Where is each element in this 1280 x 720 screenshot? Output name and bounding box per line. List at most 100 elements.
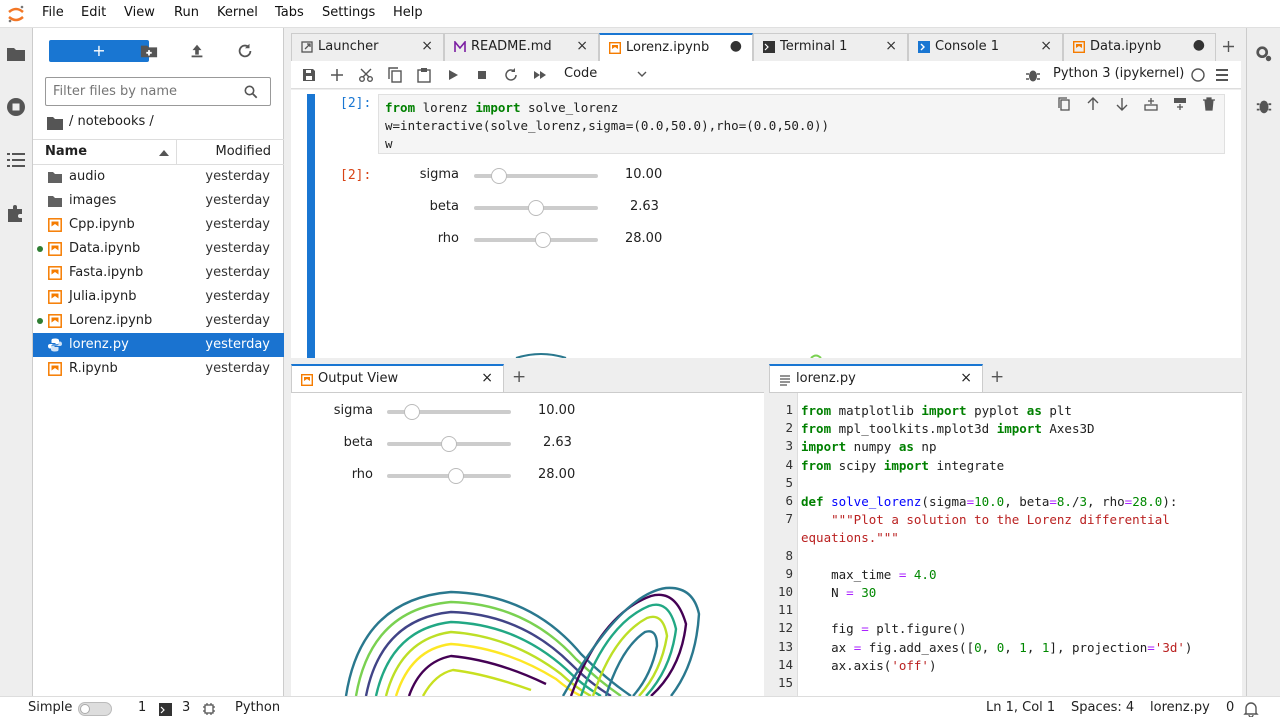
move-down-icon[interactable] bbox=[1115, 97, 1129, 111]
tab-readme[interactable]: README.md × bbox=[444, 33, 599, 61]
tab-close-button[interactable]: × bbox=[885, 38, 897, 54]
folder-icon[interactable] bbox=[6, 44, 26, 64]
cut-icon[interactable] bbox=[358, 67, 374, 83]
menu-hamburger-icon[interactable] bbox=[1215, 68, 1229, 82]
property-inspector-icon[interactable] bbox=[1255, 45, 1273, 63]
file-row[interactable]: Data.ipynbyesterday bbox=[33, 237, 284, 261]
menu-help[interactable]: Help bbox=[393, 5, 423, 20]
chevron-down-icon[interactable] bbox=[637, 71, 647, 78]
tab-output-view[interactable]: Output View × bbox=[291, 364, 504, 392]
file-row[interactable]: R.ipynbyesterday bbox=[33, 357, 284, 381]
kernel-count[interactable]: 1 bbox=[138, 700, 146, 715]
upload-icon[interactable] bbox=[188, 42, 206, 60]
extensions-icon[interactable] bbox=[6, 203, 26, 223]
notification-count[interactable]: 0 bbox=[1226, 700, 1234, 715]
new-folder-icon[interactable] bbox=[140, 42, 158, 60]
menu-tabs[interactable]: Tabs bbox=[275, 5, 304, 20]
file-row[interactable]: Fasta.ipynbyesterday bbox=[33, 261, 284, 285]
code-line: from mpl_toolkits.mplot3d import Axes3D bbox=[801, 420, 1095, 438]
file-row[interactable]: lorenz.pyyesterday bbox=[33, 333, 284, 357]
slider-handle[interactable] bbox=[441, 436, 457, 452]
slider-sigma[interactable]: sigma 10.00 bbox=[291, 398, 591, 430]
tab-lorenz-notebook[interactable]: Lorenz.ipynb ● bbox=[599, 33, 753, 61]
column-modified-header[interactable]: Modified bbox=[216, 144, 271, 159]
column-name-header[interactable]: Name bbox=[45, 144, 87, 159]
tab-lorenz-py[interactable]: lorenz.py × bbox=[769, 364, 983, 392]
slider-beta[interactable]: beta 2.63 bbox=[391, 194, 691, 226]
language-indicator[interactable]: Python bbox=[235, 700, 280, 715]
menu-file[interactable]: File bbox=[42, 5, 64, 20]
simple-mode-toggle[interactable] bbox=[78, 702, 112, 716]
slider-handle[interactable] bbox=[528, 200, 544, 216]
duplicate-cell-icon[interactable] bbox=[1057, 97, 1071, 111]
tab-launcher[interactable]: Launcher × bbox=[291, 33, 444, 61]
slider-sigma[interactable]: sigma 10.00 bbox=[391, 162, 691, 194]
tab-close-button[interactable]: × bbox=[576, 38, 588, 54]
slider-rho[interactable]: rho 28.00 bbox=[291, 462, 591, 494]
home-folder-icon[interactable] bbox=[47, 116, 63, 130]
stop-icon[interactable] bbox=[474, 67, 490, 83]
file-row[interactable]: imagesyesterday bbox=[33, 189, 284, 213]
file-row[interactable]: Cpp.ipynbyesterday bbox=[33, 213, 284, 237]
paste-icon[interactable] bbox=[416, 67, 432, 83]
python-file-icon bbox=[48, 338, 62, 352]
terminal-count[interactable]: 3 bbox=[182, 700, 190, 715]
menu-edit[interactable]: Edit bbox=[81, 5, 106, 20]
slider-rho[interactable]: rho 28.00 bbox=[391, 226, 691, 258]
indentation-setting[interactable]: Spaces: 4 bbox=[1071, 700, 1134, 715]
save-icon[interactable] bbox=[301, 67, 317, 83]
breadcrumb-path[interactable]: / notebooks / bbox=[69, 114, 154, 129]
table-of-contents-icon[interactable] bbox=[6, 150, 26, 170]
tab-close-button[interactable]: × bbox=[1040, 38, 1052, 54]
menu-view[interactable]: View bbox=[124, 5, 155, 20]
file-filter-field[interactable] bbox=[45, 77, 271, 106]
insert-below-icon[interactable] bbox=[1173, 97, 1187, 111]
code-line: def solve_lorenz(sigma=10.0, beta=8./3, … bbox=[801, 493, 1177, 511]
bell-icon[interactable] bbox=[1243, 701, 1259, 717]
fast-forward-icon[interactable] bbox=[532, 67, 548, 83]
slider-handle[interactable] bbox=[448, 468, 464, 484]
add-tab-button[interactable]: + bbox=[512, 367, 526, 387]
slider-handle[interactable] bbox=[535, 232, 551, 248]
tab-close-button[interactable]: × bbox=[960, 370, 972, 386]
kernel-status-icon bbox=[1191, 68, 1205, 82]
slider-label: sigma bbox=[291, 403, 373, 418]
code-editor[interactable]: 1from matplotlib import pyplot as plt2fr… bbox=[769, 402, 1242, 696]
run-icon[interactable] bbox=[445, 67, 461, 83]
slider-beta[interactable]: beta 2.63 bbox=[291, 430, 591, 462]
debugger-icon[interactable] bbox=[1255, 97, 1273, 115]
code-line-3: w bbox=[385, 135, 393, 153]
unsaved-dot-icon[interactable]: ● bbox=[730, 38, 742, 54]
cursor-position[interactable]: Ln 1, Col 1 bbox=[986, 700, 1055, 715]
new-launcher-button[interactable]: + bbox=[49, 40, 149, 62]
copy-icon[interactable] bbox=[387, 67, 403, 83]
add-tab-button[interactable]: + bbox=[990, 367, 1004, 387]
new-tab-plus-icon[interactable] bbox=[1222, 40, 1235, 53]
file-row[interactable]: Julia.ipynbyesterday bbox=[33, 285, 284, 309]
tab-console[interactable]: Console 1 × bbox=[908, 33, 1063, 61]
move-up-icon[interactable] bbox=[1086, 97, 1100, 111]
slider-handle[interactable] bbox=[404, 404, 420, 420]
menu-kernel[interactable]: Kernel bbox=[217, 5, 258, 20]
delete-cell-icon[interactable] bbox=[1202, 97, 1216, 111]
debugger-bug-icon[interactable] bbox=[1025, 67, 1041, 83]
insert-above-icon[interactable] bbox=[1144, 97, 1158, 111]
tab-terminal[interactable]: Terminal 1 × bbox=[753, 33, 908, 61]
tab-data-notebook[interactable]: Data.ipynb ● bbox=[1063, 33, 1216, 61]
slider-handle[interactable] bbox=[491, 168, 507, 184]
file-filter-input[interactable] bbox=[46, 78, 236, 105]
column-divider[interactable] bbox=[176, 140, 177, 164]
menu-run[interactable]: Run bbox=[174, 5, 199, 20]
tab-close-button[interactable]: × bbox=[421, 38, 433, 54]
tab-close-button[interactable]: × bbox=[481, 370, 493, 386]
file-row[interactable]: Lorenz.ipynbyesterday bbox=[33, 309, 284, 333]
running-kernels-icon[interactable] bbox=[6, 97, 26, 117]
menu-settings[interactable]: Settings bbox=[322, 5, 375, 20]
unsaved-dot-icon[interactable]: ● bbox=[1193, 37, 1205, 53]
cell-type-select[interactable]: Code bbox=[564, 66, 597, 81]
kernel-name[interactable]: Python 3 (ipykernel) bbox=[1053, 66, 1184, 81]
refresh-icon[interactable] bbox=[236, 42, 254, 60]
file-row[interactable]: audioyesterday bbox=[33, 165, 284, 189]
insert-cell-icon[interactable] bbox=[329, 67, 345, 83]
restart-icon[interactable] bbox=[503, 67, 519, 83]
